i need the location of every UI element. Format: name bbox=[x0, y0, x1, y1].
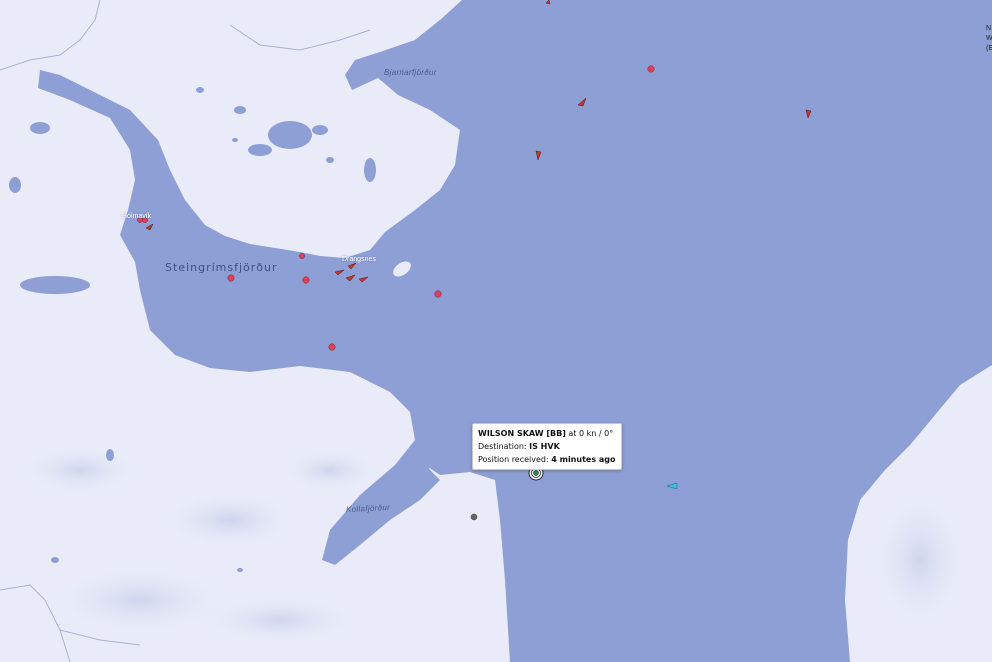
position-label: Position received: bbox=[478, 455, 552, 464]
edge-clipped-text: N W (E bbox=[986, 24, 992, 54]
vessel-name: WILSON SKAW [BB] bbox=[478, 429, 566, 438]
tooltip-title-line: WILSON SKAW [BB] at 0 kn / 0° bbox=[478, 427, 616, 440]
tooltip-destination-line: Destination: IS HVK bbox=[478, 440, 616, 453]
position-value: 4 minutes ago bbox=[551, 455, 616, 464]
anchored-marker bbox=[328, 343, 336, 351]
edge-glyph: N bbox=[986, 25, 992, 32]
poi-marker bbox=[470, 513, 478, 521]
edge-glyph: (E bbox=[986, 45, 992, 52]
destination-label: Destination: bbox=[478, 442, 530, 451]
anchored-marker bbox=[299, 253, 305, 259]
vessel-tooltip: WILSON SKAW [BB] at 0 kn / 0° Destinatio… bbox=[472, 423, 622, 470]
edge-glyph: W bbox=[986, 35, 992, 42]
anchored-marker bbox=[434, 290, 442, 298]
map-canvas[interactable] bbox=[0, 0, 992, 662]
tooltip-position-line: Position received: 4 minutes ago bbox=[478, 453, 616, 466]
anchored-marker bbox=[647, 65, 655, 73]
label-holmavik: Hólmavík bbox=[122, 213, 152, 220]
destination-value: IS HVK bbox=[529, 442, 560, 451]
anchored-marker bbox=[302, 276, 310, 284]
vessel-speed-course: at 0 kn / 0° bbox=[565, 429, 614, 438]
label-bjarnarfjordur: Bjarnarfjörður bbox=[384, 68, 437, 77]
label-drangsnes: Drangsnes bbox=[342, 256, 376, 263]
label-steingrimsfjordur: Steingrímsfjörður bbox=[165, 261, 278, 274]
anchored-marker bbox=[227, 274, 235, 282]
